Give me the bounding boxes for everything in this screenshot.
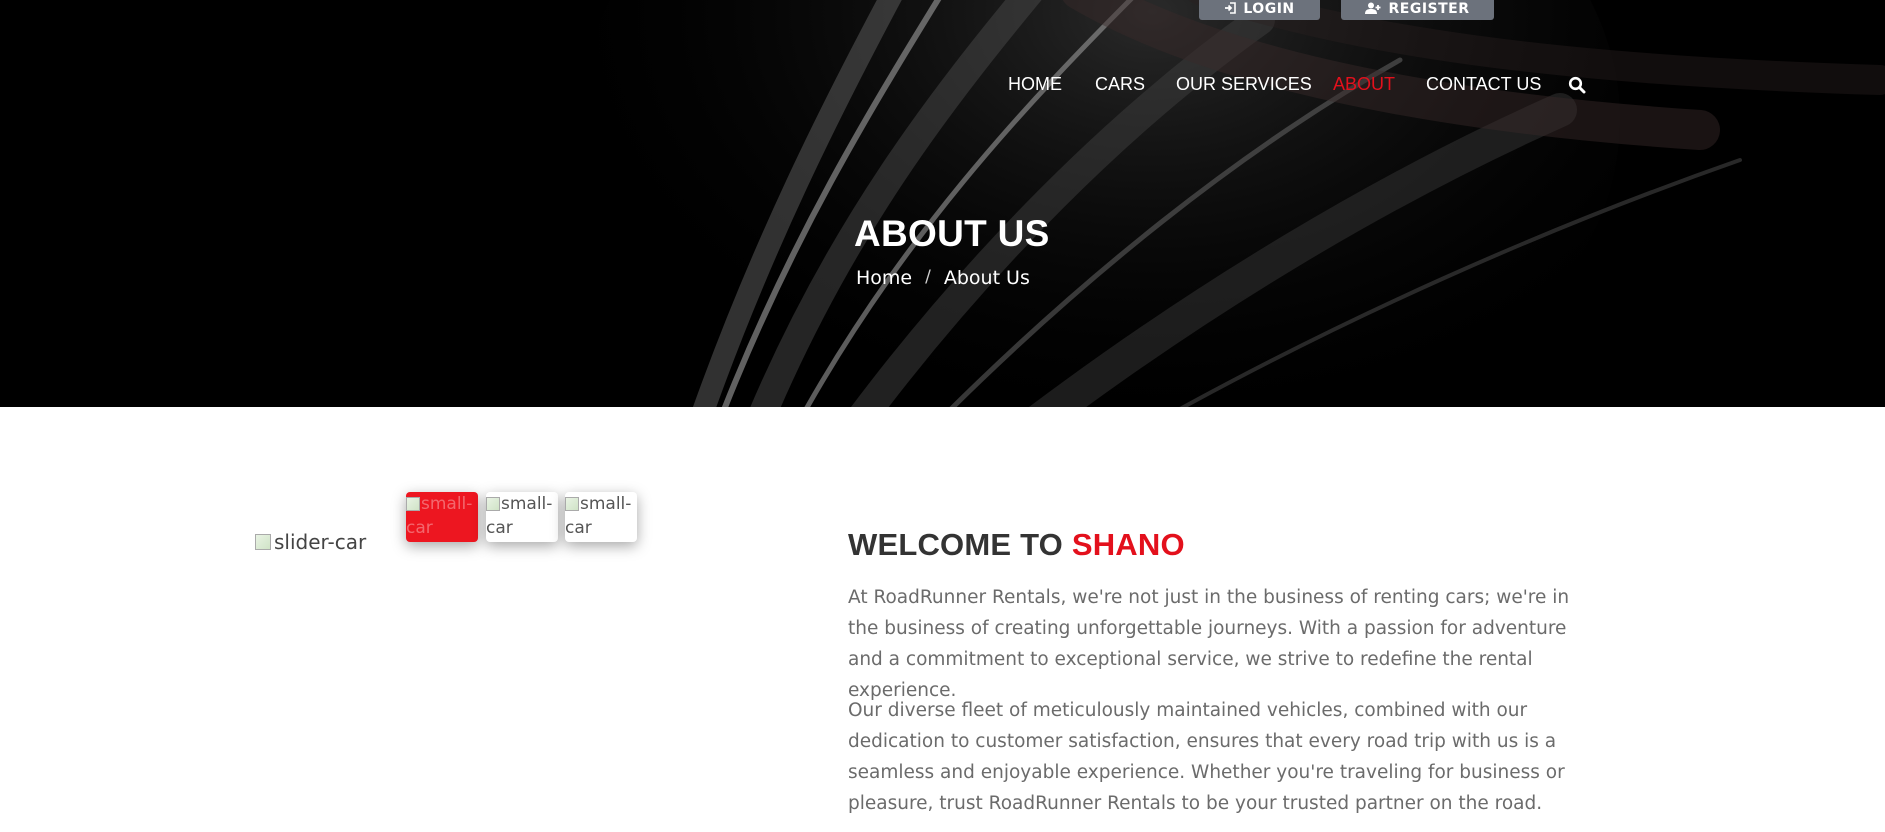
broken-image-icon — [255, 534, 271, 550]
login-label: LOGIN — [1243, 1, 1295, 17]
broken-image-icon — [406, 497, 420, 511]
broken-image-icon — [486, 497, 500, 511]
slider-main-alt: slider-car — [274, 530, 367, 554]
register-label: REGISTER — [1388, 1, 1470, 17]
user-plus-icon — [1365, 2, 1381, 16]
nav-item-about[interactable]: ABOUT — [1333, 74, 1395, 95]
breadcrumb-home-link[interactable]: Home — [856, 267, 912, 289]
nav-item-contact-us[interactable]: CONTACT US — [1426, 74, 1541, 95]
breadcrumb-current: About Us — [943, 267, 1030, 289]
broken-image-icon — [565, 497, 579, 511]
about-paragraph-2: Our diverse fleet of meticulously mainta… — [848, 700, 1565, 814]
register-button[interactable]: REGISTER — [1341, 0, 1494, 20]
nav-item-our-services[interactable]: OUR SERVICES — [1176, 74, 1312, 95]
slider-main-image: slider-car — [255, 530, 366, 554]
search-icon[interactable] — [1568, 76, 1588, 96]
welcome-heading-prefix: WELCOME TO — [848, 527, 1063, 562]
page-title: ABOUT US — [854, 213, 1050, 254]
nav-item-home[interactable]: HOME — [1008, 74, 1062, 95]
breadcrumb: Home / About Us — [856, 267, 1030, 289]
breadcrumb-separator: / — [925, 267, 931, 287]
slider-thumb[interactable]: small-car — [486, 492, 558, 542]
hero-banner: LOGIN REGISTER HOME CARS OUR SERVICES AB… — [0, 0, 1885, 407]
nav-item-cars[interactable]: CARS — [1095, 74, 1145, 95]
slider-thumb[interactable]: small-car — [565, 492, 637, 542]
slider-thumb[interactable]: small-car — [406, 492, 478, 542]
welcome-heading: WELCOME TO SHANO — [848, 527, 1185, 563]
hero-background-curves — [0, 0, 1885, 407]
about-paragraph-1: At RoadRunner Rentals, we're not just in… — [848, 587, 1570, 701]
welcome-heading-brand: SHANO — [1071, 527, 1185, 562]
login-button[interactable]: LOGIN — [1199, 0, 1320, 20]
sign-in-icon — [1224, 2, 1237, 16]
